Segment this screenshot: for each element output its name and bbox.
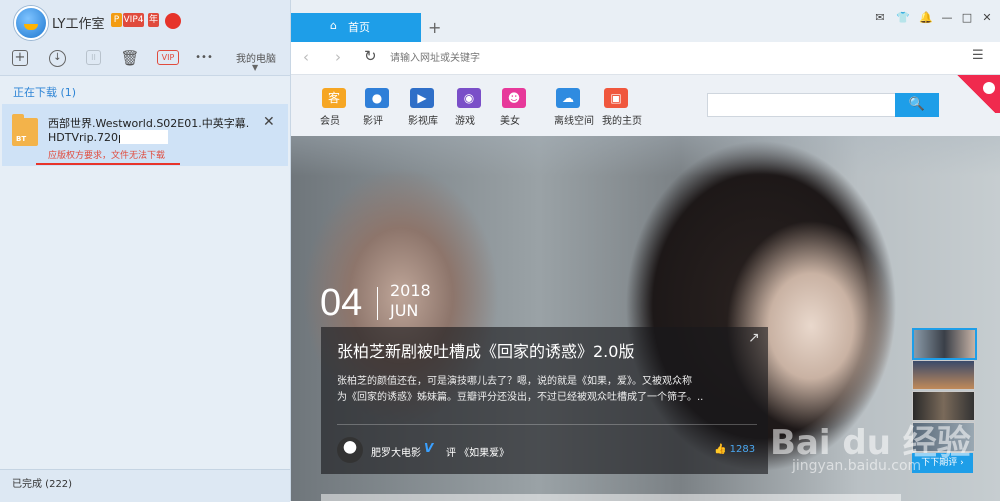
download-item-name-line2: HDTVrip.720p- [48, 131, 129, 144]
skin-icon[interactable]: 👕 [896, 11, 910, 25]
site-nav-icon[interactable]: ☁ [556, 88, 580, 108]
notification-icon[interactable]: 🔔 [919, 11, 933, 25]
corner-badge[interactable] [952, 75, 1000, 113]
add-task-icon[interactable]: + [12, 50, 28, 66]
menu-icon[interactable]: ☰ [972, 48, 984, 63]
more-icon[interactable]: ••• [194, 49, 214, 67]
close-icon[interactable]: ✕ [263, 114, 275, 130]
baidu-watermark: Bai du 经验 [770, 423, 971, 463]
download-item-name-line1: 西部世界.Westworld.S02E01.中英字幕. [48, 117, 250, 130]
article-desc-line2: 为《回家的诱惑》姊妹篇。豆瓣评分还没出，不过已经被观众吐槽成了一个筛子。.. [337, 392, 704, 403]
minimize-icon[interactable]: — [940, 11, 954, 25]
article-title[interactable]: 张柏芝新剧被吐槽成《回家的诱惑》2.0版 [337, 338, 634, 362]
site-nav-label[interactable]: 游戏 [455, 112, 475, 127]
new-tab-button[interactable]: + [428, 18, 441, 37]
record-icon[interactable] [165, 13, 181, 29]
baidu-watermark-url: jingyan.baidu.com [792, 458, 922, 474]
site-nav-label[interactable]: 影评 [363, 112, 383, 127]
pause-icon[interactable]: II [86, 50, 101, 65]
user-avatar[interactable] [14, 6, 48, 40]
site-nav-label[interactable]: 影视库 [408, 112, 438, 127]
vip-icon[interactable]: VIP [157, 50, 179, 65]
author-name[interactable]: 肥罗大电影 [371, 444, 421, 459]
site-nav-label[interactable]: 离线空间 [554, 112, 594, 127]
completed-label[interactable]: 已完成 (222) [12, 475, 72, 490]
hero-fade [291, 136, 1000, 176]
home-icon: ⌂ [330, 19, 337, 32]
expand-icon[interactable]: ↗ [748, 330, 760, 346]
date-month: JUN [390, 301, 419, 320]
bottom-scroll-bar [321, 494, 901, 501]
site-nav-label[interactable]: 我的主页 [602, 112, 642, 127]
redacted-text [120, 130, 168, 144]
site-nav-label[interactable]: 美女 [500, 112, 520, 127]
maximize-icon[interactable]: □ [960, 11, 974, 25]
chevron-down-icon[interactable]: ▼ [252, 63, 258, 72]
url-input[interactable] [388, 47, 942, 69]
username[interactable]: LY工作室 [52, 13, 104, 32]
download-icon[interactable]: ↓ [49, 50, 66, 67]
site-nav-icon[interactable]: ● [365, 88, 389, 108]
author-avatar[interactable] [337, 437, 363, 463]
trash-icon[interactable]: 🗑 [120, 49, 140, 67]
tab-home-label: 首页 [348, 21, 370, 34]
refresh-icon[interactable]: ↻ [364, 47, 377, 65]
download-error-text: 应版权方要求，文件无法下载 [48, 151, 166, 161]
site-nav-label[interactable]: 会员 [320, 112, 340, 127]
year-badge[interactable]: 年 [148, 13, 159, 27]
downloading-section-label[interactable]: 正在下载 (1) [13, 84, 76, 100]
bt-file-type: BT [16, 135, 27, 143]
site-nav-icon[interactable]: 客 [322, 88, 346, 108]
site-nav-icon[interactable]: ☻ [502, 88, 526, 108]
thumbs-up-icon: 👍 [714, 444, 730, 455]
back-icon[interactable]: ‹ [303, 48, 309, 66]
likes-value: 1283 [729, 444, 756, 455]
review-label[interactable]: 评 《如果爱》 [446, 444, 509, 459]
forward-icon[interactable]: › [335, 48, 341, 66]
date-year: 2018 [390, 281, 431, 300]
badge-dot-icon [983, 82, 995, 94]
error-underline [36, 163, 180, 165]
site-nav-icon[interactable]: ▣ [604, 88, 628, 108]
carousel-thumb[interactable] [912, 328, 977, 360]
bt-file-icon: BT [12, 114, 38, 146]
site-nav-icon[interactable]: ▶ [410, 88, 434, 108]
mail-icon[interactable]: ✉ [873, 11, 887, 25]
article-desc-line1: 张柏芝的颜值还在，可是演技哪儿去了？嗯，说的就是《如果，爱》。又被观众称 [337, 376, 692, 387]
date-day: 04 [320, 282, 363, 324]
site-search-input[interactable] [707, 93, 897, 117]
site-nav-icon[interactable]: ◉ [457, 88, 481, 108]
p-badge[interactable]: P [111, 13, 122, 27]
card-divider [337, 424, 757, 425]
window-close-icon[interactable]: ✕ [980, 11, 994, 25]
likes-count[interactable]: 👍 1283 [714, 444, 755, 455]
verified-icon: V [424, 441, 434, 455]
vip-badge[interactable]: VIP4 [123, 13, 144, 27]
date-divider [377, 287, 378, 320]
carousel-thumb[interactable] [912, 360, 975, 390]
search-icon[interactable]: 🔍 [895, 93, 939, 117]
